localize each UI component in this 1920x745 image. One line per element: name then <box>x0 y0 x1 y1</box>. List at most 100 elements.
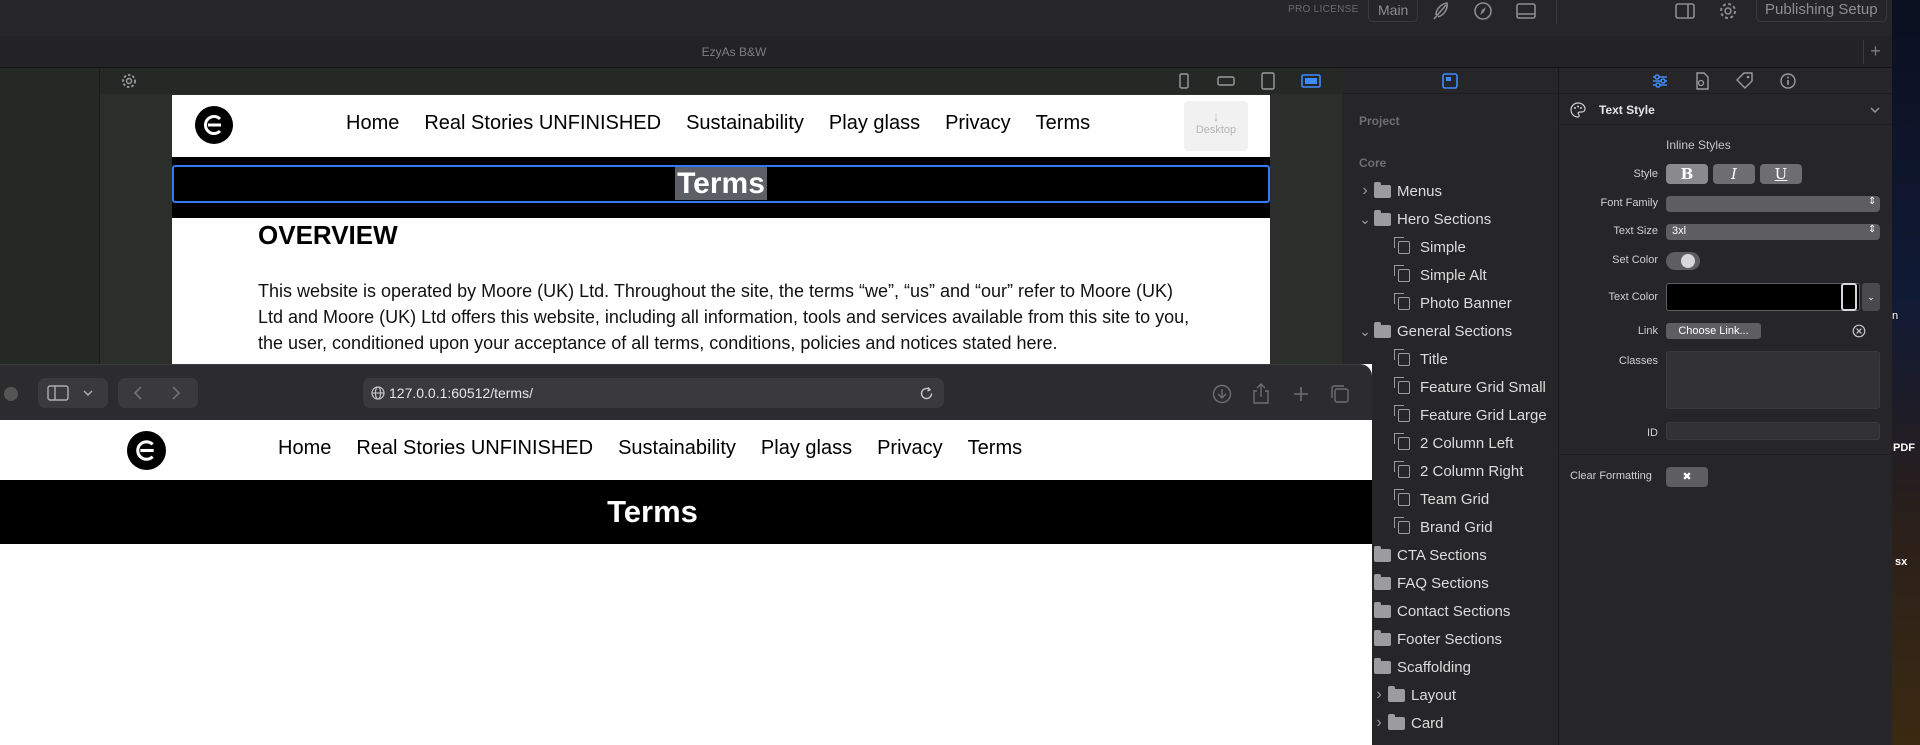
site-logo[interactable] <box>195 106 233 144</box>
tab-overview-icon[interactable] <box>1330 384 1350 404</box>
canvas-settings-icon[interactable] <box>120 72 138 90</box>
chevron-right-icon[interactable]: › <box>1370 714 1388 732</box>
component-icon <box>1394 460 1410 478</box>
tree-item[interactable]: 2 Column Left <box>1356 429 1556 457</box>
text-color-swatch[interactable] <box>1666 283 1860 311</box>
sidebar-icon[interactable] <box>1674 1 1696 21</box>
underline-button[interactable]: U <box>1760 164 1802 184</box>
tree-folder[interactable]: Contact Sections <box>1356 597 1556 625</box>
publishing-setup-button[interactable]: Publishing Setup <box>1756 0 1887 22</box>
nav-real-stories[interactable]: Real Stories UNFINISHED <box>356 437 593 460</box>
tree-item[interactable]: Feature Grid Large <box>1356 401 1556 429</box>
tag-icon[interactable] <box>1735 72 1755 90</box>
back-icon[interactable] <box>132 386 144 400</box>
text-style-title: Text Style <box>1599 103 1655 117</box>
overview-paragraph[interactable]: This website is operated by Moore (UK) L… <box>258 278 1198 356</box>
nav-terms[interactable]: Terms <box>1036 112 1090 135</box>
inline-styles-label: Inline Styles <box>1666 138 1731 152</box>
gear-icon[interactable] <box>1717 1 1739 21</box>
tree-folder[interactable]: Scaffolding <box>1356 653 1556 681</box>
tree-folder[interactable]: Footer Sections <box>1356 625 1556 653</box>
nav-privacy[interactable]: Privacy <box>877 437 943 460</box>
phone-landscape-icon[interactable] <box>1216 72 1236 90</box>
chevron-right-icon[interactable]: › <box>1356 182 1374 200</box>
tree-item[interactable]: Simple Alt <box>1356 261 1556 289</box>
downloads-icon[interactable] <box>1212 384 1232 404</box>
address-bar[interactable]: 127.0.0.1:60512/terms/ <box>363 378 944 408</box>
chevron-down-icon[interactable]: ⌄ <box>1356 323 1374 340</box>
main-branch-button[interactable]: Main <box>1368 0 1419 22</box>
nav-real-stories[interactable]: Real Stories UNFINISHED <box>424 112 661 135</box>
overview-heading[interactable]: OVERVIEW <box>258 220 398 251</box>
window-titlebar: EzyAs B&W + <box>0 36 1920 68</box>
tree-folder[interactable]: CTA Sections <box>1356 541 1556 569</box>
site-logo[interactable] <box>127 431 166 470</box>
tree-folder[interactable]: ⌄ General Sections <box>1356 317 1556 345</box>
new-tab-icon[interactable] <box>1292 385 1310 403</box>
clear-link-icon[interactable] <box>1852 324 1866 338</box>
desktop-icon[interactable] <box>1301 72 1321 90</box>
font-family-label: Font Family <box>1600 197 1658 209</box>
color-dropdown-button[interactable]: ⌄ <box>1862 283 1880 311</box>
tree-item[interactable]: Simple <box>1356 233 1556 261</box>
folder-icon <box>1374 321 1391 338</box>
share-icon[interactable] <box>1252 383 1270 405</box>
component-icon <box>1394 432 1410 450</box>
component-icon <box>1394 376 1410 394</box>
new-tab-button[interactable]: + <box>1863 40 1887 64</box>
folder-icon <box>1374 181 1391 198</box>
history-nav <box>118 378 198 408</box>
forward-icon[interactable] <box>170 386 182 400</box>
bold-button[interactable]: B <box>1666 164 1708 184</box>
nav-home[interactable]: Home <box>346 112 399 135</box>
nav-terms[interactable]: Terms <box>968 437 1022 460</box>
clear-formatting-button[interactable]: ✖ <box>1666 467 1708 487</box>
tree-item[interactable]: Feature Grid Small <box>1356 373 1556 401</box>
tree-item[interactable]: Title <box>1356 345 1556 373</box>
window-control-dot[interactable] <box>4 387 18 401</box>
text-style-header[interactable]: Text Style <box>1558 95 1892 125</box>
tree-item[interactable]: 2 Column Right <box>1356 457 1556 485</box>
tree-item[interactable]: Brand Grid <box>1356 513 1556 541</box>
chevron-down-icon[interactable] <box>1869 106 1881 114</box>
id-field[interactable] <box>1666 422 1880 440</box>
project-section-label: Project <box>1359 114 1400 128</box>
nav-play-glass[interactable]: Play glass <box>829 112 920 135</box>
chevron-down-icon[interactable]: ⌄ <box>1356 211 1374 228</box>
pages-tab-icon[interactable] <box>1440 72 1460 90</box>
tree-folder[interactable]: ⌄ Hero Sections <box>1356 205 1556 233</box>
nav-privacy[interactable]: Privacy <box>945 112 1011 135</box>
url-text[interactable]: 127.0.0.1:60512/terms/ <box>389 385 533 401</box>
tree-folder[interactable]: › Layout <box>1356 681 1556 709</box>
desktop-breakpoint-badge[interactable]: ↓ Desktop <box>1184 101 1248 151</box>
choose-link-button[interactable]: Choose Link... <box>1666 323 1761 339</box>
tablet-icon[interactable] <box>1258 72 1278 90</box>
reload-icon[interactable] <box>919 386 934 401</box>
drawer-icon[interactable] <box>1515 1 1537 21</box>
phone-portrait-icon[interactable] <box>1174 72 1194 90</box>
nav-sustainability[interactable]: Sustainability <box>686 112 804 135</box>
info-icon[interactable] <box>1778 72 1798 90</box>
tree-item[interactable]: Photo Banner <box>1356 289 1556 317</box>
color-picker-handle[interactable] <box>1841 283 1857 311</box>
sliders-icon[interactable] <box>1650 72 1670 90</box>
feather-icon[interactable] <box>1430 1 1452 21</box>
font-family-select[interactable]: ⇕ <box>1666 196 1880 212</box>
toggle-knob <box>1681 254 1695 268</box>
tree-folder[interactable]: › Menus <box>1356 177 1556 205</box>
text-size-select[interactable]: 3xl ⇕ <box>1666 224 1880 240</box>
set-color-toggle[interactable] <box>1666 252 1700 270</box>
classes-field[interactable] <box>1666 351 1880 409</box>
italic-button[interactable]: I <box>1713 164 1755 184</box>
nav-home[interactable]: Home <box>278 437 331 460</box>
compass-icon[interactable] <box>1472 1 1494 21</box>
tree-folder[interactable]: › Card <box>1356 709 1556 737</box>
tree-folder[interactable]: FAQ Sections <box>1356 569 1556 597</box>
chevron-right-icon[interactable]: › <box>1370 686 1388 704</box>
document-icon[interactable] <box>1692 72 1712 90</box>
nav-play-glass[interactable]: Play glass <box>761 437 852 460</box>
nav-sustainability[interactable]: Sustainability <box>618 437 736 460</box>
sidebar-toggle[interactable] <box>38 378 108 408</box>
component-icon <box>1394 348 1410 366</box>
tree-item[interactable]: Team Grid <box>1356 485 1556 513</box>
